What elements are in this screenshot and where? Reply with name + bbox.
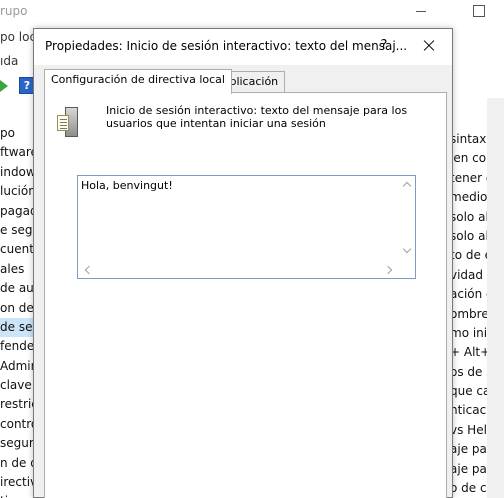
background-window-title: rupo (0, 4, 28, 18)
message-text-value: Hola, benvingut! (81, 179, 173, 192)
horizontal-scrollbar[interactable] (78, 261, 415, 278)
properties-dialog: Propiedades: Inicio de sesión interactiv… (33, 28, 453, 498)
dialog-titlebar[interactable]: Propiedades: Inicio de sesión interactiv… (34, 29, 452, 65)
scroll-right-icon[interactable] (386, 266, 394, 274)
scroll-up-icon[interactable] (404, 181, 412, 189)
policy-description: Inicio de sesión interactivo: texto del … (106, 104, 408, 130)
background-scrollbar[interactable] (487, 98, 504, 498)
minimize-icon[interactable] (411, 2, 431, 18)
dialog-title: Propiedades: Inicio de sesión interactiv… (45, 39, 408, 53)
vertical-scrollbar[interactable] (400, 176, 415, 261)
scroll-down-icon[interactable] (404, 247, 412, 255)
close-icon[interactable] (417, 35, 441, 57)
tab-panel: Inicio de sesión interactivo: texto del … (44, 92, 447, 498)
background-menu-line: ıda (0, 54, 19, 68)
policy-server-icon (57, 107, 83, 139)
maximize-icon[interactable] (468, 2, 488, 18)
help-button[interactable]: ? (373, 35, 395, 57)
tab-local-policy-setting[interactable]: Configuración de directiva local (44, 69, 232, 94)
forward-arrow-icon[interactable] (0, 80, 8, 92)
scroll-left-icon[interactable] (84, 266, 92, 274)
message-text-input[interactable]: Hola, benvingut! (77, 175, 416, 279)
